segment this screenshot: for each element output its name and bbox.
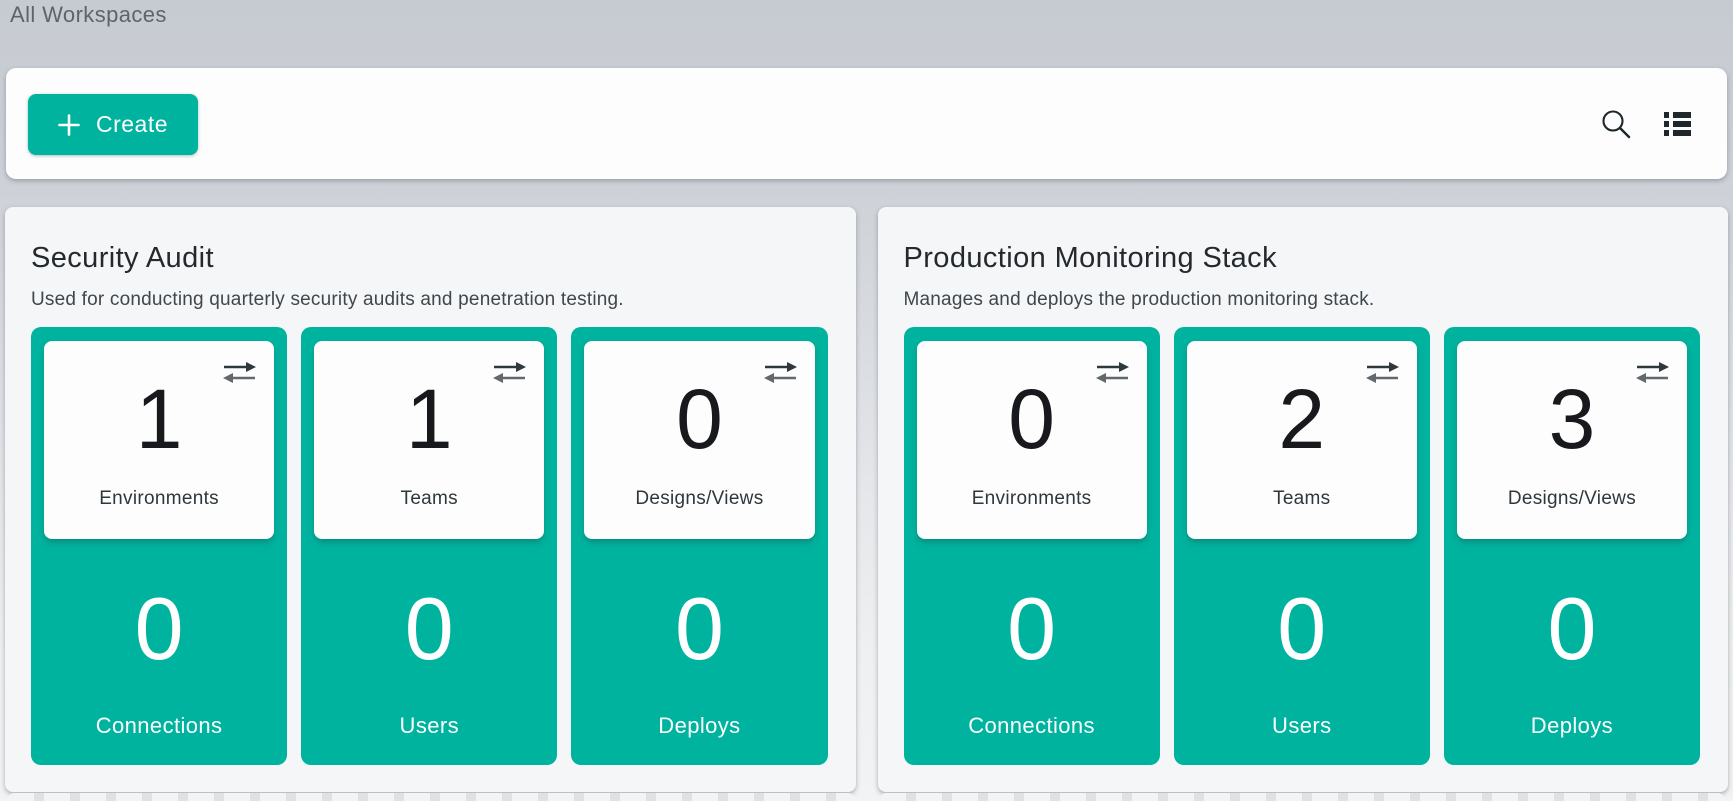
- swap-arrows-icon[interactable]: [1634, 361, 1671, 384]
- tile-top[interactable]: 1 Environments: [44, 341, 274, 539]
- stat-label: Connections: [968, 713, 1095, 739]
- tile-top[interactable]: 1 Teams: [314, 341, 544, 539]
- swap-arrows-icon[interactable]: [221, 361, 258, 384]
- stat-label: Deploys: [1531, 713, 1613, 739]
- stat-value: 0: [1277, 585, 1326, 673]
- workspace-title: Security Audit: [31, 242, 828, 275]
- tile-bottom: 0 Deploys: [1457, 539, 1687, 765]
- tile-top[interactable]: 0 Designs/Views: [584, 341, 814, 539]
- stat-value: 0: [1007, 585, 1056, 673]
- stat-value: 2: [1278, 377, 1325, 461]
- page-title: All Workspaces: [10, 2, 167, 28]
- next-card-row-peek: [880, 793, 1724, 801]
- list-view-button[interactable]: [1664, 112, 1691, 136]
- stat-label: Deploys: [658, 713, 740, 739]
- tile-bottom: 0 Connections: [917, 539, 1147, 765]
- stat-value: 3: [1549, 377, 1596, 461]
- tile-bottom: 0 Deploys: [584, 539, 814, 765]
- stat-label: Teams: [401, 488, 458, 510]
- tile-top[interactable]: 2 Teams: [1187, 341, 1417, 539]
- stat-tiles: 1 Environments 0 Connections 1: [31, 327, 828, 765]
- workspace-cards-row: Security Audit Used for conducting quart…: [5, 207, 1728, 792]
- stat-value: 0: [135, 585, 184, 673]
- list-view-icon: [1664, 112, 1691, 136]
- workspace-stat-tile[interactable]: 1 Teams 0 Users: [301, 327, 557, 765]
- swap-arrows-icon[interactable]: [491, 361, 528, 384]
- stat-value: 0: [676, 377, 723, 461]
- tile-bottom: 0 Connections: [44, 539, 274, 765]
- stat-value: 0: [675, 585, 724, 673]
- stat-label: Users: [400, 713, 459, 739]
- plus-icon: [58, 114, 80, 136]
- tile-bottom: 0 Users: [1187, 539, 1417, 765]
- search-button[interactable]: [1600, 108, 1632, 140]
- workspace-stat-tile[interactable]: 2 Teams 0 Users: [1174, 327, 1430, 765]
- next-card-row-peek: [8, 793, 854, 801]
- toolbar-icons: [1600, 68, 1691, 179]
- swap-arrows-icon[interactable]: [1364, 361, 1401, 384]
- stat-label: Designs/Views: [1508, 488, 1636, 510]
- stat-tiles: 0 Environments 0 Connections 2: [904, 327, 1701, 765]
- swap-arrows-icon[interactable]: [762, 361, 799, 384]
- workspace-card: Production Monitoring Stack Manages and …: [878, 207, 1729, 792]
- stat-label: Environments: [99, 488, 219, 510]
- workspace-stat-tile[interactable]: 3 Designs/Views 0 Deploys: [1444, 327, 1700, 765]
- workspace-stat-tile[interactable]: 0 Designs/Views 0 Deploys: [571, 327, 827, 765]
- stat-label: Designs/Views: [635, 488, 763, 510]
- tile-bottom: 0 Users: [314, 539, 544, 765]
- stat-label: Teams: [1273, 488, 1330, 510]
- workspace-title: Production Monitoring Stack: [904, 242, 1701, 275]
- tile-top[interactable]: 0 Environments: [917, 341, 1147, 539]
- search-icon: [1600, 108, 1632, 140]
- workspace-description: Used for conducting quarterly security a…: [31, 289, 828, 311]
- stat-value: 0: [1008, 377, 1055, 461]
- stat-value: 1: [406, 377, 453, 461]
- toolbar: Create: [6, 68, 1727, 179]
- stat-value: 0: [1547, 585, 1596, 673]
- tile-top[interactable]: 3 Designs/Views: [1457, 341, 1687, 539]
- create-workspace-button[interactable]: Create: [28, 94, 198, 155]
- stat-label: Environments: [972, 488, 1092, 510]
- stat-value: 0: [405, 585, 454, 673]
- swap-arrows-icon[interactable]: [1094, 361, 1131, 384]
- workspace-card: Security Audit Used for conducting quart…: [5, 207, 856, 792]
- create-button-label: Create: [96, 111, 168, 138]
- workspace-stat-tile[interactable]: 1 Environments 0 Connections: [31, 327, 287, 765]
- stat-label: Users: [1272, 713, 1331, 739]
- workspace-description: Manages and deploys the production monit…: [904, 289, 1701, 311]
- workspace-stat-tile[interactable]: 0 Environments 0 Connections: [904, 327, 1160, 765]
- stat-label: Connections: [96, 713, 223, 739]
- stat-value: 1: [136, 377, 183, 461]
